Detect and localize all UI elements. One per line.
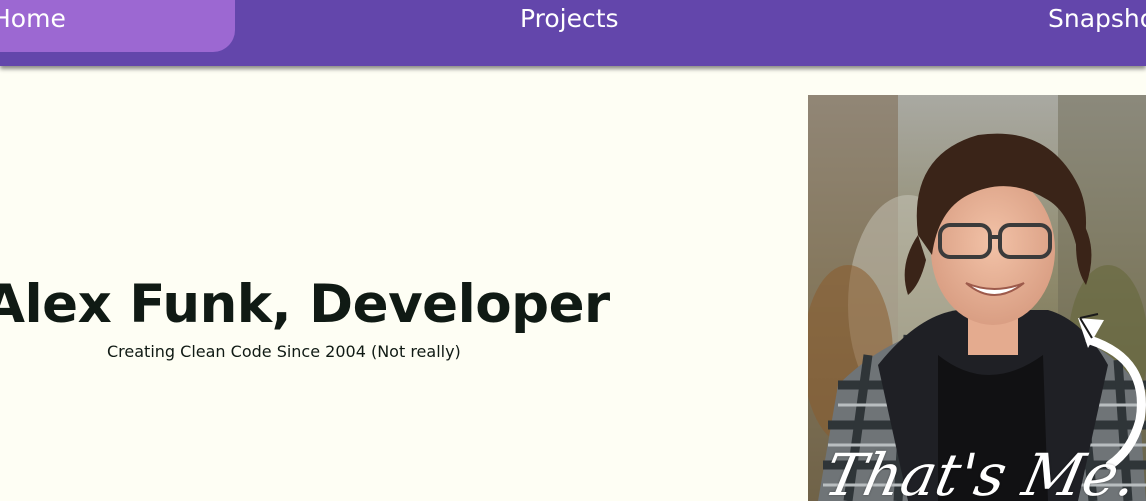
- nav-link-projects[interactable]: Projects: [520, 4, 619, 34]
- top-navbar: Home Projects Snapshots: [0, 0, 1146, 66]
- hero-title: Alex Funk, Developer: [0, 274, 610, 335]
- nav-link-home[interactable]: Home: [0, 4, 66, 34]
- photo-caption: That's Me.: [818, 441, 1144, 501]
- hero-subtitle: Creating Clean Code Since 2004 (Not real…: [107, 342, 461, 361]
- nav-link-snapshots[interactable]: Snapshots: [1048, 4, 1146, 34]
